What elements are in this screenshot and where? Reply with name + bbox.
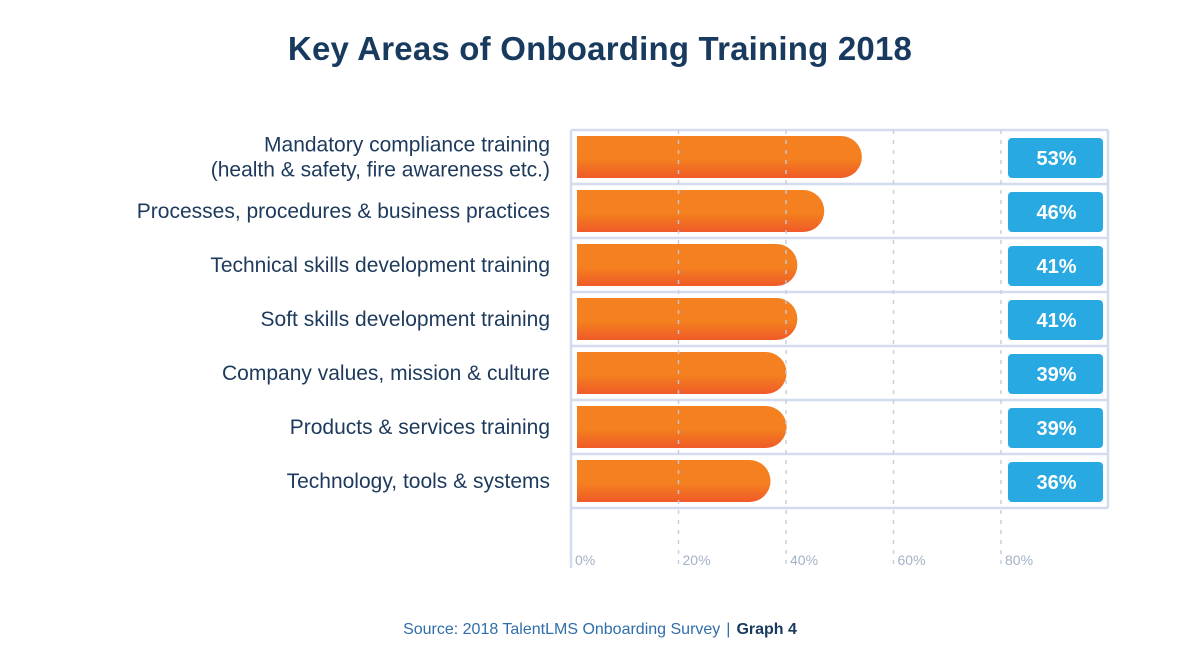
bar-chart: 53% 46% 41% 41% 39% 39% 36% Mandatory complian…: [137, 128, 1110, 570]
bar: [577, 244, 798, 286]
bar: [577, 136, 862, 178]
bar: [577, 460, 771, 502]
value-label: 39%: [1036, 418, 1076, 440]
category-label: Technology, tools & systems: [287, 470, 550, 493]
value-label: 36%: [1036, 472, 1076, 494]
bar: [577, 298, 798, 340]
graph-number: Graph 4: [736, 621, 797, 638]
value-label: 41%: [1036, 256, 1076, 278]
value-label: 39%: [1036, 364, 1076, 386]
category-labels: Mandatory compliance training(health & s…: [137, 134, 550, 494]
x-axis-ticks: 0% 20% 40% 60% 80%: [575, 552, 1033, 568]
category-label: Mandatory compliance training: [264, 134, 550, 157]
category-label: Processes, procedures & business practic…: [137, 200, 550, 223]
source-footer: Source: 2018 TalentLMS Onboarding Survey…: [0, 621, 1200, 639]
x-tick-label: 0%: [575, 552, 595, 568]
value-label: 46%: [1036, 202, 1076, 224]
category-label: Company values, mission & culture: [222, 362, 550, 385]
value-label: 53%: [1036, 148, 1076, 170]
x-tick-label: 20%: [683, 552, 711, 568]
category-label: Technical skills development training: [210, 254, 550, 277]
bar: [577, 352, 787, 394]
bars: [577, 136, 862, 502]
source-text: Source: 2018 TalentLMS Onboarding Survey: [403, 621, 721, 638]
bar: [577, 406, 787, 448]
category-label: Soft skills development training: [261, 308, 550, 331]
value-labels: 53% 46% 41% 41% 39% 39% 36%: [1008, 138, 1103, 502]
footer-separator: |: [726, 621, 731, 638]
category-label: (health & safety, fire awareness etc.): [211, 159, 550, 182]
x-tick-label: 80%: [1005, 552, 1033, 568]
value-label: 41%: [1036, 310, 1076, 332]
category-label: Products & services training: [290, 416, 550, 439]
bar: [577, 190, 825, 232]
x-tick-label: 60%: [898, 552, 926, 568]
x-tick-label: 40%: [790, 552, 818, 568]
